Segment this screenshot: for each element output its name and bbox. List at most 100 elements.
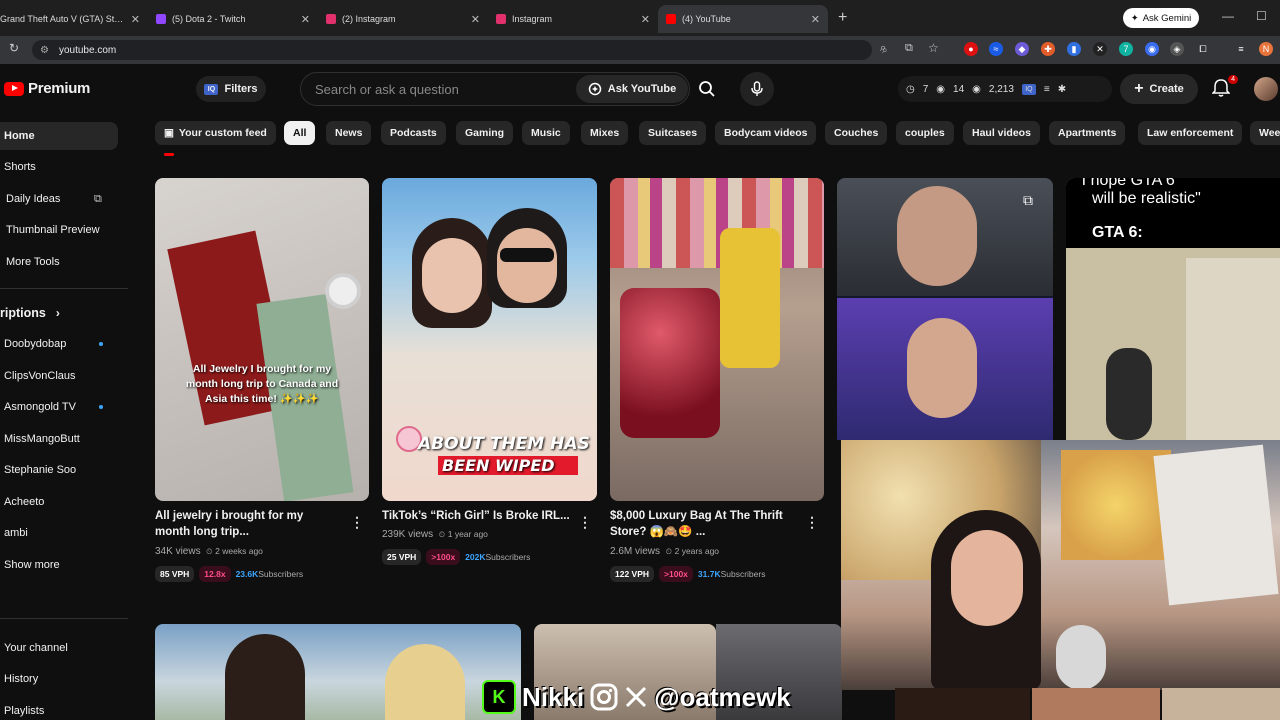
filters-button[interactable]: IQ Filters: [196, 76, 266, 102]
site-info-icon[interactable]: ⚙: [40, 45, 49, 56]
url-text: youtube.com: [58, 44, 117, 56]
install-icon[interactable]: ⧉: [905, 42, 913, 55]
extension-icon[interactable]: 7: [1119, 42, 1133, 56]
chip-suitcases[interactable]: Suitcases: [639, 121, 707, 145]
subscriptions-heading[interactable]: riptions ›: [0, 306, 60, 320]
outlier-badge: 12.8x: [199, 566, 231, 582]
sidebar-item-daily-ideas[interactable]: Daily Ideas ⧉: [0, 185, 118, 213]
zoom-icon[interactable]: ⌕: [880, 42, 886, 55]
video-thumbnail[interactable]: [610, 178, 824, 501]
chip-all[interactable]: All: [284, 121, 316, 145]
chip-couches[interactable]: Couches: [825, 121, 888, 145]
sidebar-item-doobydobap[interactable]: Doobydobap: [0, 330, 118, 358]
video-thumbnail[interactable]: ⧉: [837, 178, 1053, 440]
browser-tab-gta[interactable]: Grand Theft Auto V (GTA) Strea ✕: [0, 5, 148, 33]
vph-badge: 85 VPH: [155, 566, 195, 582]
chip-gaming[interactable]: Gaming: [456, 121, 514, 145]
chip-news[interactable]: News: [326, 121, 372, 145]
more-options-icon[interactable]: ⋮: [578, 514, 592, 531]
browser-tab-instagram-1[interactable]: (2) Instagram ✕: [318, 5, 488, 33]
chip-your-custom-feed[interactable]: ▣ Your custom feed: [155, 121, 276, 145]
ask-youtube-button[interactable]: Ask YouTube: [576, 75, 688, 103]
minimize-icon[interactable]: —: [1222, 9, 1234, 23]
close-tab-icon[interactable]: ✕: [301, 13, 310, 26]
view-count: 34K views: [155, 546, 201, 557]
add-to-queue-icon[interactable]: ⧉: [1023, 192, 1033, 209]
extension-icon[interactable]: ▮: [1067, 42, 1081, 56]
sidebar-item-clipsvonclaus[interactable]: ClipsVonClaus: [0, 362, 118, 390]
browser-tab-instagram-2[interactable]: Instagram ✕: [488, 5, 658, 33]
ask-gemini-label: Ask Gemini: [1142, 12, 1192, 24]
sidebar-item-stephanie-soo[interactable]: Stephanie Soo: [0, 456, 118, 484]
search-button[interactable]: [692, 76, 722, 102]
menu-icon[interactable]: ≡: [1234, 42, 1248, 56]
sidebar-item-home[interactable]: Home: [0, 122, 118, 150]
reload-icon[interactable]: ↻: [9, 41, 19, 55]
channel-name: Stephanie Soo: [4, 464, 77, 476]
video-thumbnail[interactable]: All Jewelry I brought for my month long …: [155, 178, 369, 501]
close-tab-icon[interactable]: ✕: [131, 13, 140, 26]
video-thumbnail[interactable]: "I hope GTA 6 will be realistic" GTA 6:: [1066, 178, 1280, 440]
chip-label: Haul videos: [972, 127, 1031, 139]
iq-icon[interactable]: IQ: [1021, 83, 1036, 95]
extension-icon[interactable]: ◆: [1015, 42, 1029, 56]
close-tab-icon[interactable]: ✕: [471, 13, 480, 26]
create-button[interactable]: + Create: [1120, 74, 1198, 104]
video-title[interactable]: TikTok’s “Rich Girl” Is Broke IRL...: [382, 508, 577, 524]
notifications-button[interactable]: 4: [1211, 75, 1238, 100]
sidebar-item-acheeto[interactable]: Acheeto: [0, 488, 118, 516]
voice-search-button[interactable]: [740, 72, 774, 106]
chip-apartments[interactable]: Apartments: [1049, 121, 1126, 145]
chip-law-enforcement[interactable]: Law enforcement: [1138, 121, 1243, 145]
close-tab-icon[interactable]: ✕: [811, 13, 820, 26]
chip-haul-videos[interactable]: Haul videos: [963, 121, 1040, 145]
chip-wee[interactable]: Wee: [1250, 121, 1280, 145]
more-options-icon[interactable]: ⋮: [350, 514, 364, 531]
list-icon[interactable]: ≡: [1044, 84, 1050, 95]
show-more-button[interactable]: Show more: [0, 551, 118, 579]
subs-word: Subscribers: [720, 569, 766, 579]
create-label: Create: [1149, 83, 1184, 95]
extension-icon[interactable]: ●: [964, 42, 978, 56]
sidebar-item-more-tools[interactable]: More Tools: [0, 248, 118, 276]
ask-gemini-button[interactable]: ✦ Ask Gemini: [1123, 8, 1199, 28]
browser-tab-bar: Grand Theft Auto V (GTA) Strea ✕ (5) Dota…: [0, 0, 1280, 36]
more-options-icon[interactable]: ⋮: [805, 514, 819, 531]
sidebar-item-ambi[interactable]: ambi: [0, 519, 118, 547]
close-tab-icon[interactable]: ✕: [641, 13, 650, 26]
avatar[interactable]: [1254, 77, 1278, 101]
address-bar[interactable]: ⚙ youtube.com ⌕: [32, 40, 888, 60]
external-link-icon: ⧉: [94, 192, 102, 205]
extension-icon[interactable]: ✕: [1093, 42, 1107, 56]
video-title[interactable]: All jewelry i brought for my month long t…: [155, 508, 340, 540]
extension-icon[interactable]: ✚: [1041, 42, 1055, 56]
sidebar-item-shorts[interactable]: Shorts: [0, 153, 118, 181]
youtube-premium-logo[interactable]: Premium: [4, 80, 90, 97]
stream-tile: [895, 688, 1030, 720]
extension-icon[interactable]: ≈: [989, 42, 1003, 56]
chip-bodycam-videos[interactable]: Bodycam videos: [715, 121, 817, 145]
chip-music[interactable]: Music: [522, 121, 570, 145]
sidebar-item-thumbnail-preview[interactable]: Thumbnail Preview: [0, 216, 118, 244]
puzzle-icon[interactable]: ⧠: [1196, 42, 1210, 56]
profile-icon[interactable]: N: [1259, 42, 1273, 56]
video-title[interactable]: $8,000 Luxury Bag At The Thrift Store? 😱🙈…: [610, 508, 800, 540]
chip-couples[interactable]: couples: [896, 121, 954, 145]
new-tab-icon[interactable]: +: [838, 9, 847, 27]
chip-label: Your custom feed: [178, 127, 267, 139]
maximize-icon[interactable]: ☐: [1256, 9, 1267, 23]
notification-count: 4: [1228, 75, 1238, 84]
sidebar-item-your-channel[interactable]: Your channel: [0, 634, 118, 662]
gear-icon[interactable]: ✱: [1058, 84, 1066, 95]
sidebar-item-asmongold[interactable]: Asmongold TV: [0, 393, 118, 421]
chip-mixes[interactable]: Mixes: [581, 121, 629, 145]
bookmark-star-icon[interactable]: ☆: [928, 41, 939, 55]
chip-podcasts[interactable]: Podcasts: [381, 121, 446, 145]
video-thumbnail[interactable]: ABOUT THEM HAS BEEN WIPED: [382, 178, 597, 501]
sidebar-item-missmangobutt[interactable]: MissMangoButt: [0, 425, 118, 453]
extension-icon[interactable]: ◉: [1145, 42, 1159, 56]
view-count: 239K views: [382, 529, 434, 540]
browser-tab-youtube[interactable]: (4) YouTube ✕: [658, 5, 828, 33]
browser-tab-twitch[interactable]: (5) Dota 2 - Twitch ✕: [148, 5, 318, 33]
extension-icon[interactable]: ◈: [1170, 42, 1184, 56]
